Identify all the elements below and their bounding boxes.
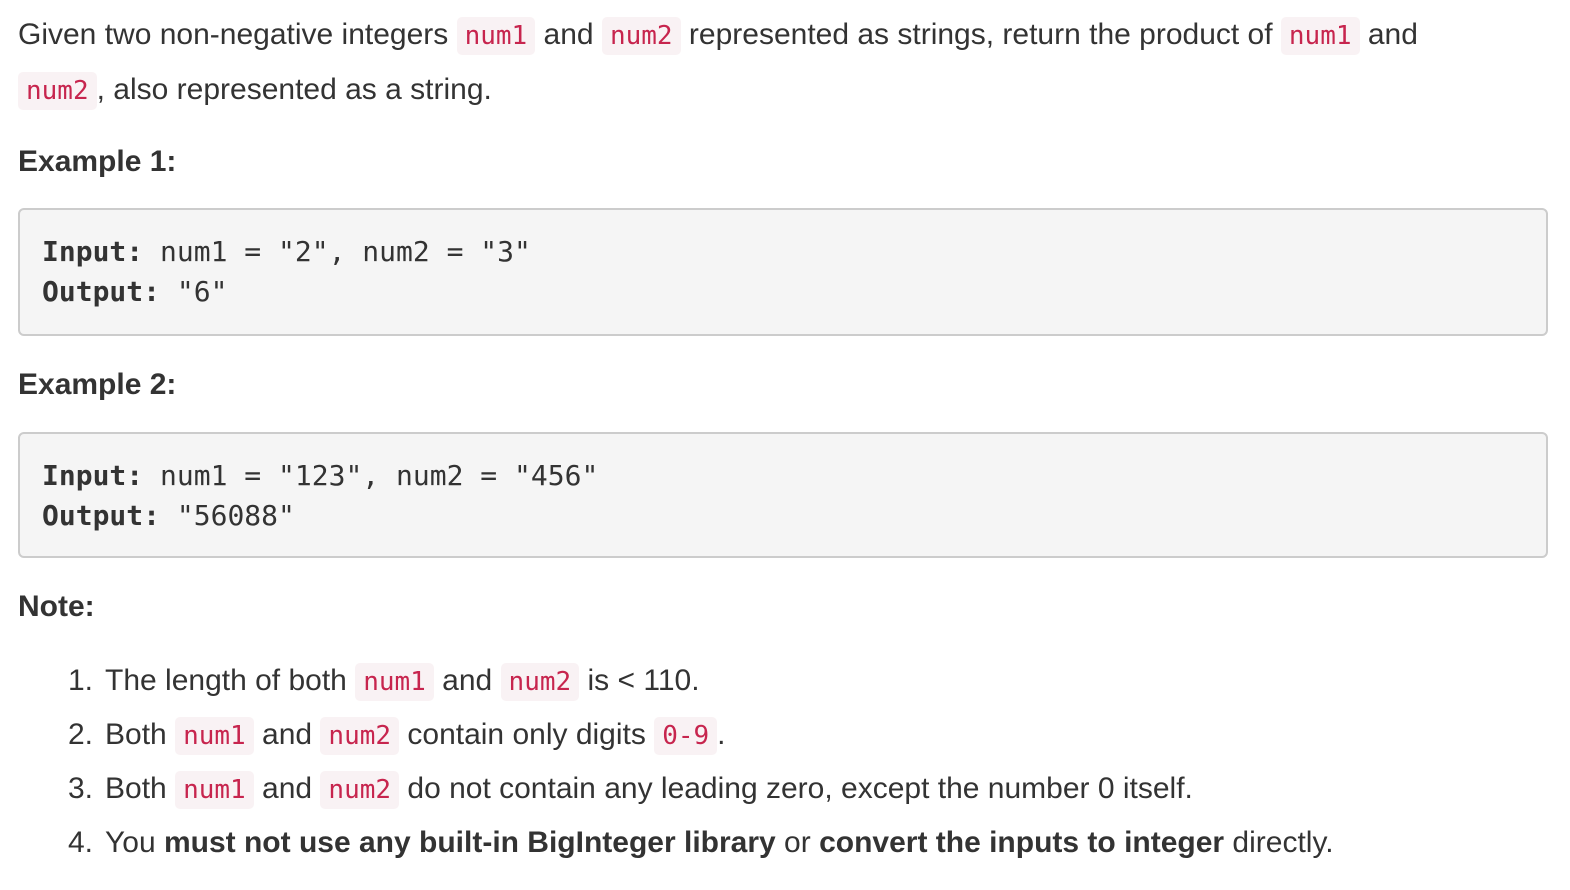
list-item: 4. You must not use any built-in BigInteg… [0, 816, 1550, 870]
bold-text: convert the inputs to integer [819, 826, 1225, 859]
inline-code-num1: num1 [1280, 17, 1360, 55]
intro-text: , also represented as a string. [96, 73, 492, 106]
intro-text: represented as strings, return the produ… [680, 18, 1281, 51]
example-1-code-block: Input: num1 = "2", num2 = "3" Output: "6… [18, 208, 1548, 336]
inline-code-num2: num2 [18, 72, 97, 110]
list-text: and [253, 718, 321, 751]
list-number: 2. [68, 718, 94, 751]
list-text: and [253, 772, 321, 805]
input-value: num1 = "123", num2 = "456" [143, 459, 599, 492]
list-item: 2. Both num1 and num2 contain only digits… [0, 708, 1550, 762]
input-label: Input: [42, 459, 144, 492]
intro-text: and [535, 18, 602, 51]
list-text: The length of both [105, 664, 356, 697]
list-text: and [433, 664, 501, 697]
inline-code-num1: num1 [456, 17, 536, 55]
list-text: do not contain any leading zero, except … [399, 772, 1193, 805]
inline-code-num1: num1 [355, 663, 434, 701]
output-label: Output: [42, 499, 161, 532]
inline-code-num2: num2 [500, 663, 580, 701]
output-value: "6" [160, 275, 228, 308]
output-label: Output: [42, 275, 161, 308]
inline-code-num1: num1 [175, 771, 254, 809]
inline-code-num2: num2 [320, 717, 400, 755]
list-item: 1. The length of both num1 and num2 is < … [0, 654, 1550, 708]
note-heading: Note: [18, 590, 95, 623]
list-number: 3. [68, 772, 94, 805]
list-text: You [105, 826, 164, 859]
inline-code-num1: num1 [175, 717, 254, 755]
problem-description: Given two non-negative integers num1 and… [0, 0, 1570, 890]
list-text: or [775, 826, 820, 859]
list-number: 1. [68, 664, 94, 697]
list-text: Both [105, 772, 176, 805]
example-2-heading: Example 2: [18, 368, 177, 401]
list-text: . [717, 718, 726, 751]
list-number: 4. [68, 826, 94, 859]
inline-code-digits: 0-9 [654, 717, 718, 755]
output-value: "56088" [160, 499, 295, 532]
inline-code-num2: num2 [320, 771, 400, 809]
list-text: Both [105, 718, 176, 751]
list-text: is < 110. [579, 664, 700, 697]
example-1-heading: Example 1: [18, 145, 177, 178]
example-2-code-block: Input: num1 = "123", num2 = "456" Output… [18, 432, 1548, 558]
list-text: directly. [1224, 826, 1334, 859]
list-item: 3. Both num1 and num2 do not contain any … [0, 762, 1550, 816]
intro-text: and [1359, 18, 1418, 51]
input-label: Input: [42, 235, 144, 268]
list-text: contain only digits [399, 718, 655, 751]
inline-code-num2: num2 [601, 17, 681, 55]
intro-paragraph: Given two non-negative integers num1 and… [18, 8, 1548, 118]
bold-text: must not use any built-in BigInteger lib… [163, 826, 776, 859]
intro-text: Given two non-negative integers [18, 18, 457, 51]
input-value: num1 = "2", num2 = "3" [143, 235, 531, 268]
note-list: 1. The length of both num1 and num2 is < … [0, 654, 1550, 870]
